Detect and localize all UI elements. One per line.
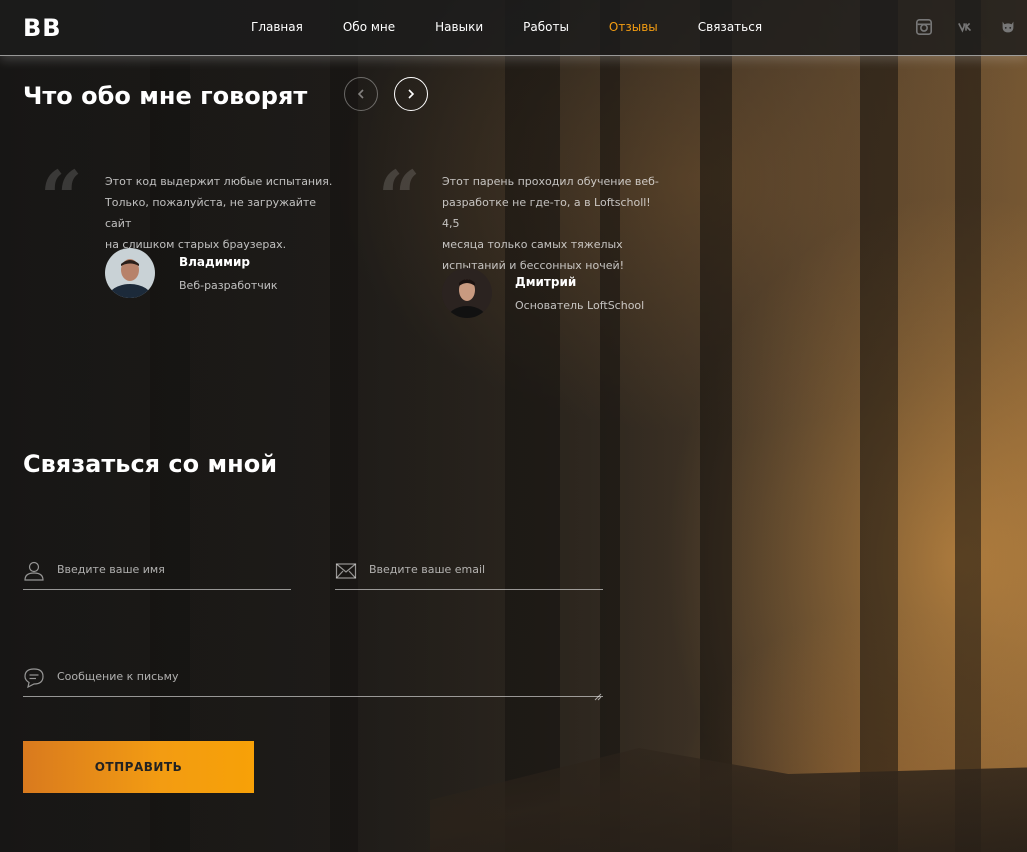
review-text: Этот код выдержит любые испытания. Тольк… xyxy=(105,175,333,251)
email-field xyxy=(335,560,603,590)
nav-item-skills[interactable]: Навыки xyxy=(435,20,483,34)
github-icon[interactable] xyxy=(999,18,1017,36)
name-field xyxy=(23,560,291,590)
social-links xyxy=(915,18,1017,36)
nav-item-home[interactable]: Главная xyxy=(251,20,303,34)
nav-item-reviews[interactable]: Отзывы xyxy=(609,20,658,34)
name-input[interactable] xyxy=(57,563,287,576)
email-input[interactable] xyxy=(369,563,599,576)
chevron-left-icon xyxy=(357,89,364,99)
main-nav: Главная Обо мне Навыки Работы Отзывы Свя… xyxy=(251,20,802,34)
next-review-button[interactable] xyxy=(394,77,428,111)
prev-review-button[interactable] xyxy=(344,77,378,111)
review-author: Дмитрий xyxy=(515,275,577,289)
reviews-title: Что обо мне говорят xyxy=(23,82,308,110)
chat-bubble-icon xyxy=(23,667,45,689)
quote-icon: “ xyxy=(40,156,83,242)
avatar xyxy=(105,248,155,298)
nav-item-contact[interactable]: Связаться xyxy=(698,20,762,34)
review-author-role: Веб-разработчик xyxy=(179,279,278,292)
envelope-icon xyxy=(335,560,357,582)
avatar xyxy=(442,268,492,318)
submit-button[interactable]: ОТПРАВИТЬ xyxy=(23,741,254,793)
review-text: Этот парень проходил обучение веб- разра… xyxy=(442,175,659,272)
review-author-role: Основатель LoftSchool xyxy=(515,299,645,312)
message-input[interactable] xyxy=(57,670,599,683)
instagram-icon[interactable] xyxy=(915,18,933,36)
vk-icon[interactable] xyxy=(957,18,975,36)
quote-icon: “ xyxy=(378,156,421,242)
logo[interactable]: BB xyxy=(23,14,62,42)
background-image xyxy=(0,0,1027,852)
resize-handle[interactable] xyxy=(594,686,602,701)
contact-title: Связаться со мной xyxy=(23,450,278,478)
site-header: BB Главная Обо мне Навыки Работы Отзывы … xyxy=(0,0,1027,56)
chevron-right-icon xyxy=(408,89,415,99)
user-icon xyxy=(23,560,45,582)
review-author: Владимир xyxy=(179,255,250,269)
message-field xyxy=(23,667,603,701)
nav-item-works[interactable]: Работы xyxy=(523,20,569,34)
nav-item-about[interactable]: Обо мне xyxy=(343,20,395,34)
